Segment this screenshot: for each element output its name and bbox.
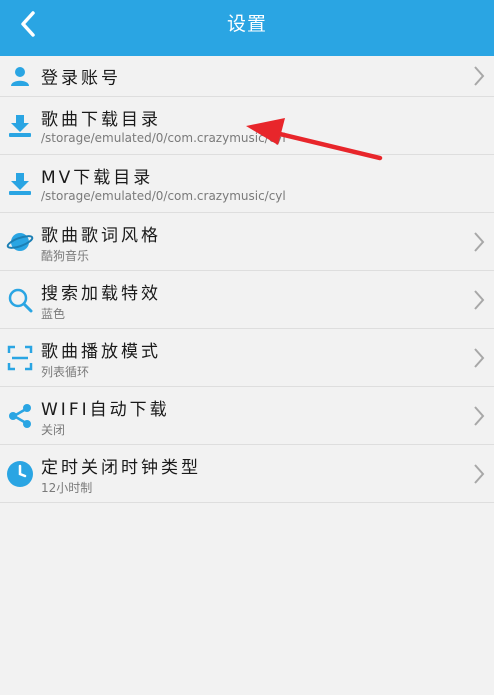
setting-title: WIFI自动下载 [41, 400, 170, 420]
settings-list: 登录账号 歌曲下载目录 /storage/emulated/0/com.craz… [0, 56, 494, 503]
setting-song-download-dir[interactable]: 歌曲下载目录 /storage/emulated/0/com.crazymusi… [0, 97, 494, 155]
setting-timer-clock-type[interactable]: 定时关闭时钟类型 12小时制 [0, 445, 494, 503]
scan-frame-icon [6, 344, 34, 372]
chevron-right-icon [474, 347, 485, 368]
setting-title: 定时关闭时钟类型 [41, 458, 201, 478]
setting-title: 歌曲歌词风格 [41, 226, 161, 246]
user-icon [6, 62, 34, 90]
setting-login-account[interactable]: 登录账号 [0, 56, 494, 97]
setting-title: 歌曲下载目录 [41, 110, 161, 130]
app-header: 设置 [0, 0, 494, 56]
share-icon [6, 402, 34, 430]
setting-search-effect[interactable]: 搜索加载特效 蓝色 [0, 271, 494, 329]
setting-subtitle: 酷狗音乐 [41, 249, 90, 263]
page-title: 设置 [226, 13, 267, 35]
setting-subtitle: 12小时制 [41, 481, 93, 495]
setting-mv-download-dir[interactable]: MV下载目录 /storage/emulated/0/com.crazymusi… [0, 155, 494, 213]
setting-title: 登录账号 [41, 68, 121, 89]
setting-title: 歌曲播放模式 [41, 342, 161, 362]
setting-title: 搜索加载特效 [41, 284, 161, 304]
setting-title: MV下载目录 [41, 168, 154, 188]
planet-icon [6, 228, 34, 256]
download-icon [6, 112, 34, 140]
setting-subtitle: 关闭 [41, 423, 66, 437]
setting-wifi-auto-download[interactable]: WIFI自动下载 关闭 [0, 387, 494, 445]
setting-play-mode[interactable]: 歌曲播放模式 列表循环 [0, 329, 494, 387]
setting-subtitle: /storage/emulated/0/com.crazymusic/cyl [41, 189, 286, 203]
chevron-right-icon [474, 231, 485, 252]
download-icon [6, 170, 34, 198]
chevron-right-icon [474, 463, 485, 484]
setting-subtitle: 蓝色 [41, 307, 66, 321]
setting-subtitle: /storage/emulated/0/com.crazymusic/cyl [41, 131, 286, 145]
chevron-right-icon [474, 289, 485, 310]
chevron-right-icon [474, 66, 485, 86]
setting-lyric-style[interactable]: 歌曲歌词风格 酷狗音乐 [0, 213, 494, 271]
setting-subtitle: 列表循环 [41, 365, 90, 379]
search-icon [6, 286, 34, 314]
clock-icon [6, 460, 34, 488]
chevron-right-icon [474, 405, 485, 426]
